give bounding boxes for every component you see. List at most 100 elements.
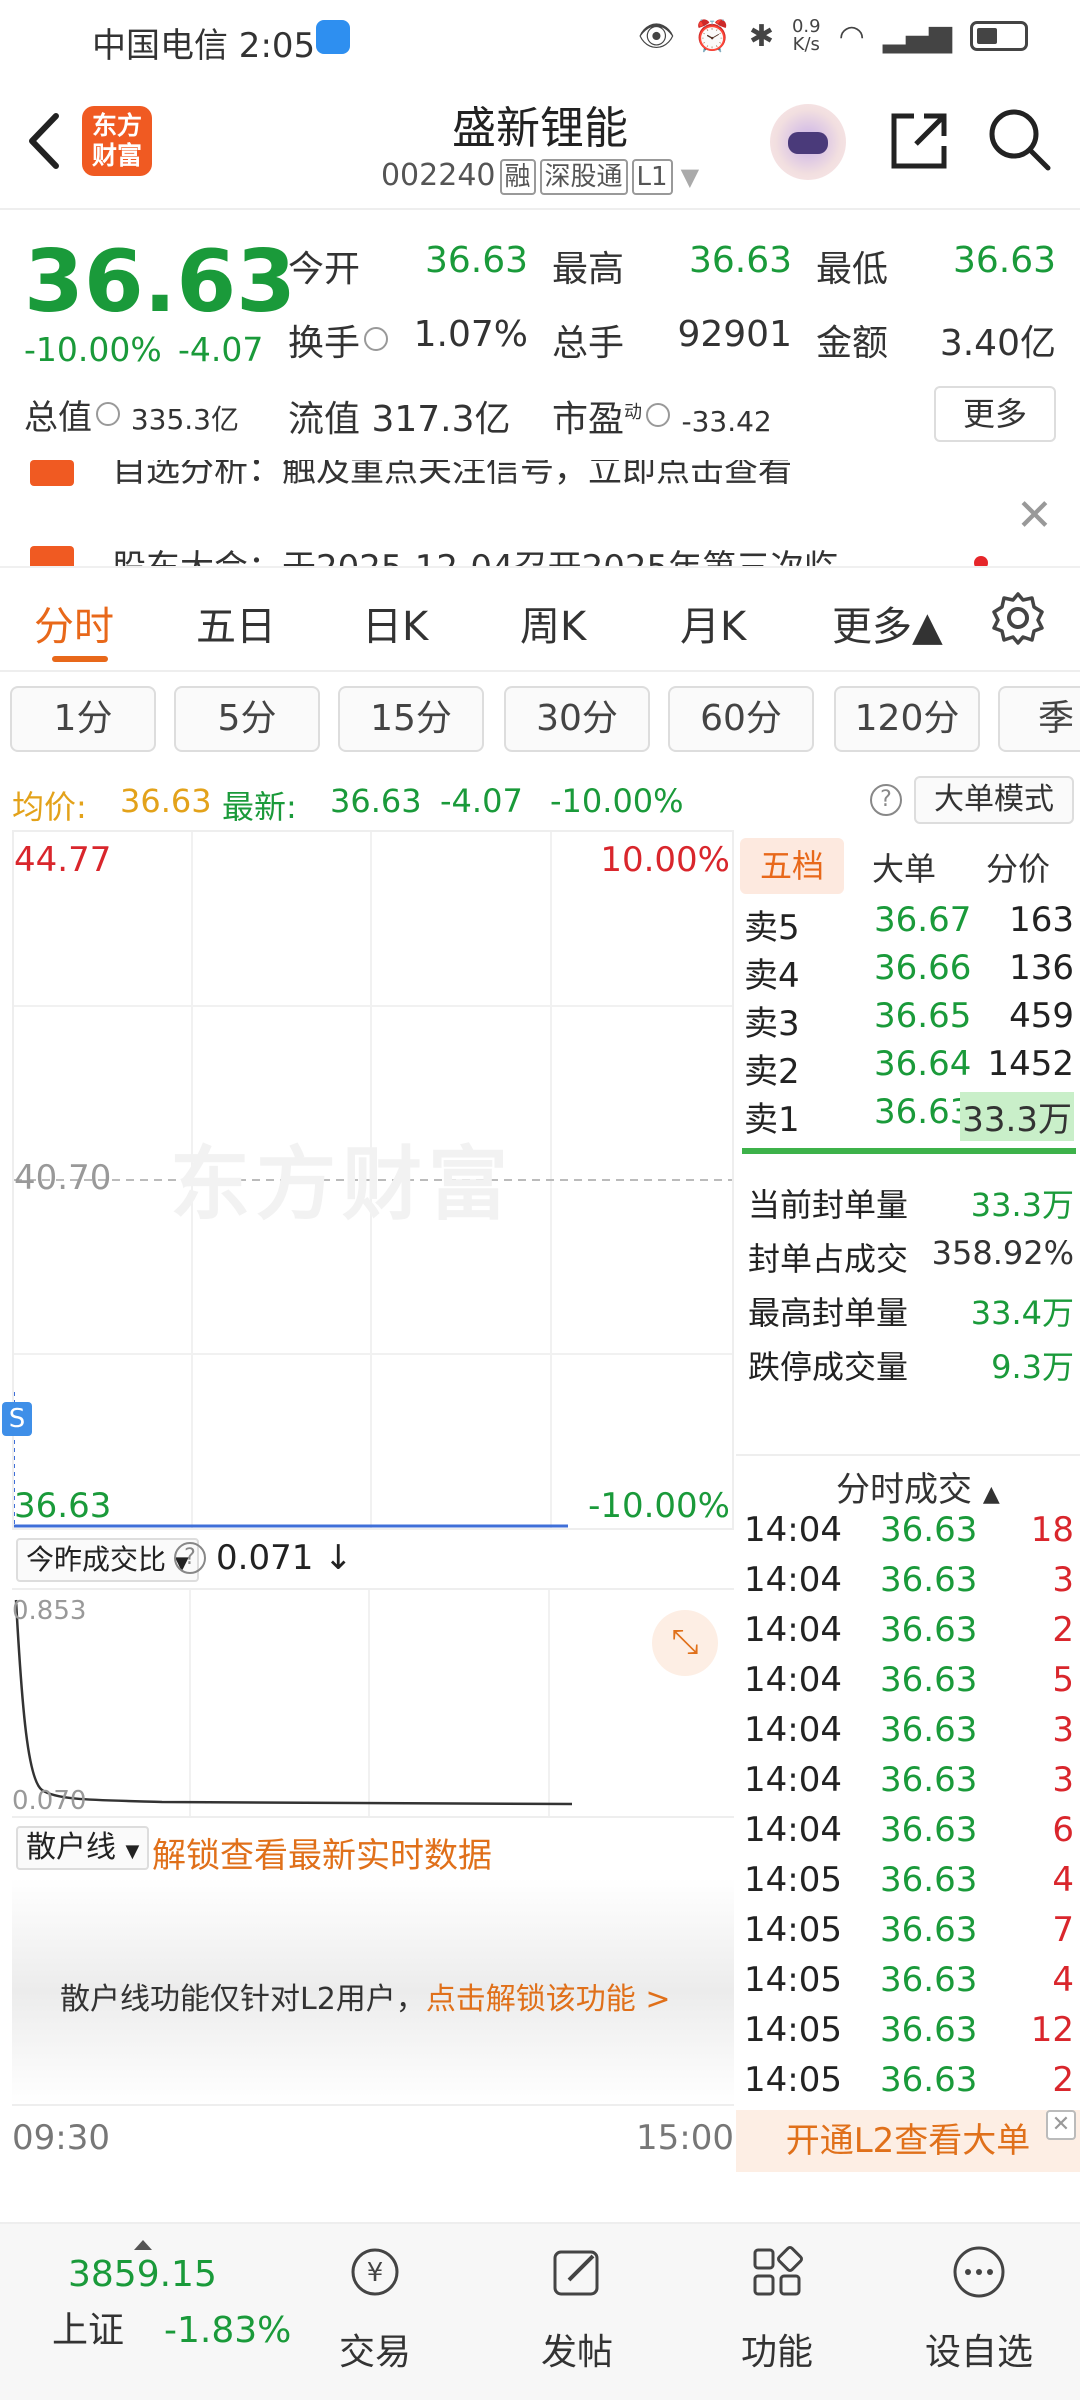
avg-price-value: 36.63 [120,782,212,820]
tab-more[interactable]: 更多▲ [832,594,943,652]
book-tab-five-levels[interactable]: 五档 [740,838,844,894]
retail-line-selector[interactable]: 散户线 ▼ [16,1826,150,1870]
latest-label: 最新: [222,788,297,826]
speaker-icon [30,546,74,566]
tick-row: 14:04 36.63 3 [744,1760,1074,1800]
nav-post[interactable]: 发帖 [502,2244,652,2375]
more-button[interactable]: 更多 [934,386,1056,442]
dropdown-triangle-icon: ▼ [680,163,700,191]
period-5min[interactable]: 5分 [174,686,320,752]
tick-row: 14:04 36.63 5 [744,1660,1074,1700]
close-icon[interactable]: ✕ [1016,490,1053,541]
battery-icon [970,21,1028,51]
level-tag: L1 [631,159,673,195]
book-tab-big-orders[interactable]: 大单 [872,844,936,890]
float-market-value: 流值 317.3亿 [288,399,511,440]
nav-trade[interactable]: ¥ 交易 [300,2244,450,2375]
period-quarter[interactable]: 季 [998,686,1080,752]
gear-icon[interactable] [990,590,1046,646]
period-1min[interactable]: 1分 [10,686,156,752]
nav-functions[interactable]: 功能 [702,2244,852,2375]
vol-ratio-plot [14,1590,573,1816]
ticks-divider [736,1454,1080,1456]
period-15min[interactable]: 15分 [338,686,484,752]
notice-line-2[interactable]: 股东大会：于2025-12-04召开2025年第三次临 [112,540,838,566]
svg-text:¥: ¥ [367,2258,384,2288]
margin-tag: 融 [499,159,536,195]
ask-row-2: 卖2 36.64 1452 [744,1044,1074,1092]
high-value: 36.63 [688,240,792,281]
period-30min[interactable]: 30分 [504,686,650,752]
wifi-icon: ◠ [838,18,865,54]
index-value: 3859.15 [68,2254,217,2295]
info-icon [646,403,671,427]
vol-ratio-bar: 今昨成交比 ▼ ? 0.071 ↓ [12,1534,734,1588]
turnover-label[interactable]: 换手 [288,314,389,366]
vol-ratio-chart[interactable]: 0.853 0.070 ⤡ [12,1588,734,1818]
sell-marker[interactable]: S [2,1402,32,1436]
share-icon[interactable] [884,106,954,176]
bid-ask-divider [742,1148,1076,1154]
notice-line-1[interactable]: 自选分析：触及重点关注信号，立即点击查看 [112,460,792,491]
search-app-icon [316,20,350,54]
last-price: 36.63 [24,232,297,332]
expand-icon[interactable]: ⤡ [652,1610,718,1676]
retail-unlock-link[interactable]: 解锁查看最新实时数据 [152,1828,492,1877]
vol-ratio-selector[interactable]: 今昨成交比 ▼ [16,1538,199,1582]
tick-row: 14:04 36.63 3 [744,1560,1074,1600]
seal-current: 当前封单量 33.3万 [748,1186,1074,1224]
ticks-title[interactable]: 分时成交 ▲ [836,1462,1000,1511]
tick-row: 14:05 36.63 4 [744,1860,1074,1900]
latest-percent: -10.00% [550,782,684,820]
volume-value: 92901 [677,314,792,355]
tab-intraday[interactable]: 分时 [34,594,114,652]
tick-row: 14:04 36.63 6 [744,1810,1074,1850]
tab-daily-k[interactable]: 日K [362,594,428,652]
chevron-down-icon: ▼ [125,1841,140,1862]
pe-ratio[interactable]: 市盈动 -33.42 [552,390,772,442]
yuan-exchange-icon: ¥ [351,2248,399,2296]
index-ticker[interactable]: 3859.15 上证 -1.83% [52,2240,291,2353]
retail-note: 散户线功能仅针对L2用户，点击解锁该功能 > [60,1982,671,2017]
period-selector: 1分 5分 15分 30分 60分 120分 季 [0,672,1080,772]
tab-weekly-k[interactable]: 周K [520,594,586,652]
search-icon[interactable] [984,104,1054,174]
active-tab-indicator [52,656,108,662]
period-60min[interactable]: 60分 [668,686,814,752]
nav-add-watchlist[interactable]: 设自选 [904,2244,1054,2375]
l2-upgrade-banner[interactable]: 开通L2查看大单 [736,2110,1080,2172]
vol-ratio-value: 0.071 ↓ [216,1538,353,1578]
big-order-mode-button[interactable]: 大单模式 [914,776,1074,824]
help-icon[interactable]: ? [174,1542,206,1574]
period-120min[interactable]: 120分 [834,686,980,752]
seal-highest: 最高封单量 33.4万 [748,1294,1074,1332]
tick-row: 14:04 36.63 2 [744,1610,1074,1650]
retail-unlock-feature-link[interactable]: 点击解锁该功能 > [426,1982,671,2017]
index-change-line: 上证 -1.83% [52,2310,292,2351]
chart-tabs: 分时 五日 日K 周K 月K 更多▲ [0,568,1080,672]
help-icon[interactable]: ? [870,784,902,816]
net-speed: 0.9 K/s [791,16,821,55]
book-tab-price-dist[interactable]: 分价 [986,844,1050,890]
latest-change: -4.07 [440,782,523,820]
change-amount: -4.07 [178,330,264,369]
avg-price-label: 均价: [12,788,87,826]
notice-ticker[interactable]: 自选分析：触及重点关注信号，立即点击查看 股东大会：于2025-12-04召开2… [0,460,1080,568]
retail-line-bar: 散户线 ▼ 解锁查看最新实时数据 [12,1820,734,1876]
alarm-icon: ⏰ [693,18,731,54]
ask-row-5: 卖5 36.67 163 [744,900,1074,948]
tab-five-day[interactable]: 五日 [196,594,276,652]
sort-up-icon: ▲ [982,1482,1000,1507]
x-axis-start: 09:30 [12,2118,110,2158]
assistant-avatar[interactable] [770,104,846,180]
close-icon[interactable]: ✕ [1046,2110,1076,2140]
turnover-value: 1.07% [413,314,528,355]
speaker-icon [30,460,74,486]
total-market-value[interactable]: 总值 335.3亿 [24,390,239,439]
y-axis-bottom-pct: -10.00% [588,1486,730,1526]
signal-icon: ▂▄▆ [882,18,952,54]
status-icons: 👁 ⏰ ✱ 0.9 K/s ◠ ▂▄▆ [637,18,1028,54]
unread-dot [974,556,988,566]
open-label: 今开 [288,249,361,290]
tab-monthly-k[interactable]: 月K [680,594,746,652]
